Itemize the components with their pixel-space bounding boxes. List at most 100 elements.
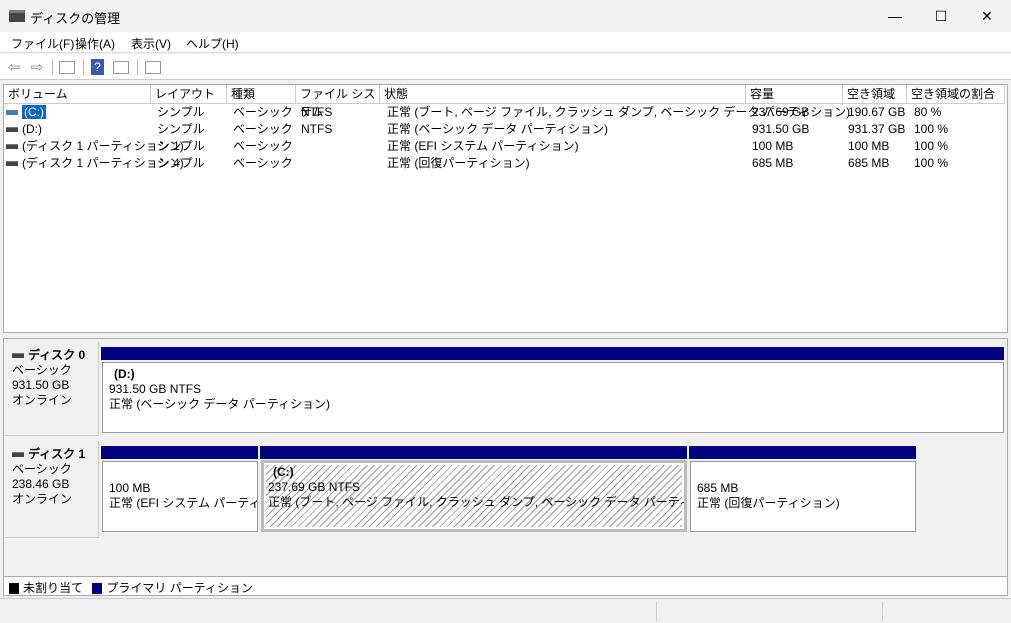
menu-bar: ファイル(F) 操作(A) 表示(V) ヘルプ(H)	[0, 32, 1011, 53]
layout: シンプル	[157, 105, 205, 119]
status-divider	[882, 602, 883, 621]
partition-recovery[interactable]: 685 MB 正常 (回復パーティション)	[690, 461, 916, 532]
legend: 未割り当て プライマリ パーティション	[3, 576, 1008, 596]
capacity: 931.50 GB	[752, 122, 810, 136]
type: ベーシック	[233, 139, 293, 153]
volume-icon	[6, 110, 18, 116]
disk-icon	[12, 353, 24, 359]
partition-status: 正常 (ブート, ページ ファイル, クラッシュ ダンプ, ベーシック データ …	[268, 495, 687, 509]
status: 正常 (EFI システム パーティション)	[387, 139, 579, 153]
menu-help[interactable]: ヘルプ(H)	[186, 35, 239, 52]
status: 正常 (回復パーティション)	[387, 156, 530, 170]
table-row[interactable]: (ディスク 1 パーティション 1) シンプル ベーシック 正常 (EFI シス…	[4, 138, 1007, 155]
percent-free: 80 %	[914, 105, 942, 119]
capacity: 685 MB	[752, 156, 794, 170]
column-status[interactable]: 状態	[380, 85, 746, 104]
unallocated-swatch	[9, 583, 19, 595]
disk-1-label[interactable]: ディスク 1 ベーシック 238.46 GB オンライン	[5, 441, 99, 538]
percent-free: 100 %	[914, 139, 949, 153]
maximize-button[interactable]: ☐	[918, 0, 964, 32]
toolbar-separator	[137, 59, 138, 75]
volume-name: (D:)	[22, 122, 42, 136]
column-free-space[interactable]: 空き領域	[843, 85, 907, 104]
menu-action[interactable]: 操作(A)	[75, 35, 115, 52]
disk-icon	[12, 452, 24, 458]
column-type[interactable]: 種類	[227, 85, 296, 104]
disk-name: ディスク 0	[28, 348, 86, 362]
partition-c[interactable]: (C:) 237.69 GB NTFS 正常 (ブート, ページ ファイル, ク…	[261, 460, 687, 532]
filesystem: NTFS	[301, 122, 333, 136]
disk-type: ベーシック	[12, 462, 72, 476]
free-space: 190.67 GB	[848, 105, 906, 119]
disk-size: 238.46 GB	[12, 477, 70, 491]
legend-primary-partition: プライマリ パーティション	[106, 581, 253, 595]
free-space: 100 MB	[848, 139, 890, 153]
minimize-button[interactable]: —	[872, 0, 918, 32]
type: ベーシック	[233, 105, 293, 119]
disk-graphical-view: ディスク 0 ベーシック 931.50 GB オンライン (D:) 931.50…	[3, 338, 1008, 576]
primary-partition-swatch	[92, 583, 103, 595]
volume-name: (C:)	[22, 105, 46, 119]
menu-file[interactable]: ファイル(F)	[11, 35, 74, 52]
volume-list[interactable]: ボリューム レイアウト 種類 ファイル システム 状態 容量 空き領域 空き領域…	[3, 84, 1008, 333]
table-row[interactable]: (D:) シンプル ベーシック NTFS 正常 (ベーシック データ パーティシ…	[4, 121, 1007, 138]
partition-bar	[689, 446, 916, 459]
type: ベーシック	[233, 156, 293, 170]
capacity: 100 MB	[752, 139, 794, 153]
disk-type: ベーシック	[12, 363, 72, 377]
table-row[interactable]: (C:) シンプル ベーシック NTFS 正常 (ブート, ページ ファイル, …	[4, 104, 1007, 121]
disk-name: ディスク 1	[28, 447, 86, 461]
partition-d[interactable]: (D:) 931.50 GB NTFS 正常 (ベーシック データ パーティショ…	[102, 362, 1004, 433]
capacity: 237.69 GB	[752, 105, 810, 119]
back-icon[interactable]: ⇦	[5, 58, 23, 76]
column-capacity[interactable]: 容量	[746, 85, 843, 104]
partition-size: 237.69 GB NTFS	[268, 480, 361, 494]
partition-status: 正常 (EFI システム パーティション)	[109, 496, 258, 510]
partition-status: 正常 (回復パーティション)	[697, 496, 840, 510]
partition-label: (D:)	[114, 367, 135, 381]
percent-free: 100 %	[914, 156, 949, 170]
partition-bar	[101, 446, 258, 459]
properties-icon[interactable]	[145, 61, 161, 74]
title-bar: ディスクの管理 — ☐ ✕	[0, 0, 1011, 32]
partition-size: 100 MB	[109, 481, 151, 495]
free-space: 685 MB	[848, 156, 890, 170]
filesystem: NTFS	[301, 105, 333, 119]
table-row[interactable]: (ディスク 1 パーティション 4) シンプル ベーシック 正常 (回復パーティ…	[4, 155, 1007, 172]
partition-status: 正常 (ベーシック データ パーティション)	[109, 397, 331, 411]
partition-size: 685 MB	[697, 481, 739, 495]
help-icon[interactable]: ?	[91, 59, 104, 75]
disk-size: 931.50 GB	[12, 378, 70, 392]
volume-icon	[6, 144, 18, 150]
layout: シンプル	[157, 156, 205, 170]
window-title: ディスクの管理	[30, 11, 121, 26]
layout: シンプル	[157, 122, 205, 136]
menu-view[interactable]: 表示(V)	[131, 35, 171, 52]
disk-state: オンライン	[12, 393, 73, 407]
column-percent-free[interactable]: 空き領域の割合	[907, 85, 1005, 104]
partition-bar	[260, 446, 687, 459]
status-bar	[0, 598, 1011, 623]
free-space: 931.37 GB	[848, 122, 906, 136]
status: 正常 (ベーシック データ パーティション)	[387, 122, 609, 136]
partition-bar	[101, 347, 1004, 360]
volume-icon	[6, 127, 18, 133]
toolbar: ⇦ ⇨ ?	[0, 54, 1011, 80]
type: ベーシック	[233, 122, 293, 136]
close-button[interactable]: ✕	[964, 0, 1010, 32]
forward-icon[interactable]: ⇨	[28, 58, 46, 76]
partition-size: 931.50 GB NTFS	[109, 382, 202, 396]
volume-icon	[6, 161, 18, 167]
column-volume[interactable]: ボリューム	[4, 85, 151, 104]
column-filesystem[interactable]: ファイル システム	[296, 85, 380, 119]
disk-state: オンライン	[12, 492, 73, 506]
show-hide-console-tree-icon[interactable]	[59, 61, 75, 74]
disk-management-icon	[9, 10, 25, 22]
status-divider	[656, 602, 657, 621]
partition-efi[interactable]: 100 MB 正常 (EFI システム パーティション)	[102, 461, 258, 532]
show-action-pane-icon[interactable]	[113, 61, 129, 74]
column-layout[interactable]: レイアウト	[151, 85, 227, 104]
disk-0-label[interactable]: ディスク 0 ベーシック 931.50 GB オンライン	[5, 342, 99, 436]
toolbar-separator	[52, 59, 53, 75]
legend-unallocated: 未割り当て	[23, 581, 84, 595]
